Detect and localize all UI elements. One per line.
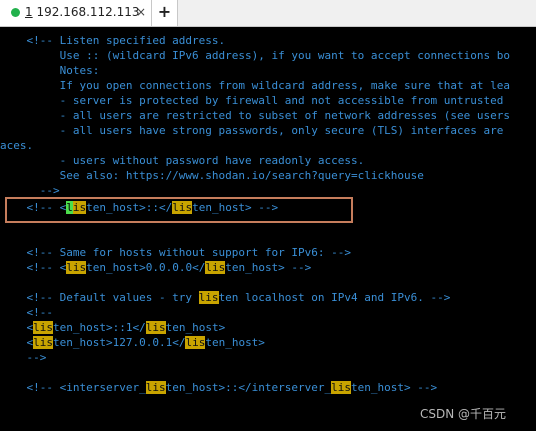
terminal-line: --> bbox=[0, 184, 60, 197]
watermark: CSDN @千百元 bbox=[420, 407, 507, 421]
terminal-line: --> bbox=[0, 351, 47, 364]
tab-bar: 1 192.168.112.113 × + bbox=[0, 0, 536, 27]
terminal-line: - users without password have readonly a… bbox=[0, 154, 365, 167]
connected-status-icon bbox=[11, 8, 20, 17]
search-match: lis bbox=[66, 261, 87, 274]
search-match: lis bbox=[33, 321, 53, 334]
close-icon[interactable]: × bbox=[136, 5, 146, 19]
session-tab[interactable]: 1 192.168.112.113 × bbox=[0, 0, 152, 26]
search-match: lis bbox=[205, 261, 226, 274]
search-match: lis bbox=[145, 321, 166, 334]
new-tab-button[interactable]: + bbox=[152, 0, 178, 26]
annotation-highlight-box bbox=[5, 197, 353, 223]
search-match: lis bbox=[198, 291, 219, 304]
terminal-line: <!-- Listen specified address. bbox=[0, 34, 226, 47]
terminal-line: See also: https://www.shodan.io/search?q… bbox=[0, 169, 424, 182]
terminal-line: <!-- <interserver_listen_host>::</inters… bbox=[0, 381, 438, 394]
terminal-line: <listen_host>::1</listen_host> bbox=[0, 321, 226, 334]
search-match: lis bbox=[185, 336, 206, 349]
terminal-line: <!-- Default values - try listen localho… bbox=[0, 291, 451, 304]
session-tab-label: 1 192.168.112.113 bbox=[25, 5, 140, 19]
search-match: lis bbox=[33, 336, 53, 349]
terminal-line: - all users have strong passwords, only … bbox=[0, 124, 504, 137]
terminal-line: Use :: (wildcard IPv6 address), if you w… bbox=[0, 49, 510, 62]
terminal-line: <!-- <listen_host>0.0.0.0</listen_host> … bbox=[0, 261, 312, 274]
terminal-line: <!-- bbox=[0, 306, 53, 319]
terminal-line: aces. bbox=[0, 139, 34, 152]
search-match: lis bbox=[145, 381, 166, 394]
terminal-line: - server is protected by firewall and no… bbox=[0, 94, 504, 107]
search-match: lis bbox=[331, 381, 352, 394]
terminal-output[interactable]: <!-- Listen specified address. Use :: (w… bbox=[0, 30, 536, 431]
terminal-line: Notes: bbox=[0, 64, 100, 77]
terminal-line: <listen_host>127.0.0.1</listen_host> bbox=[0, 336, 265, 349]
terminal-line: <!-- Same for hosts without support for … bbox=[0, 246, 351, 259]
terminal-line: If you open connections from wildcard ad… bbox=[0, 79, 510, 92]
terminal-line: - all users are restricted to subset of … bbox=[0, 109, 510, 122]
